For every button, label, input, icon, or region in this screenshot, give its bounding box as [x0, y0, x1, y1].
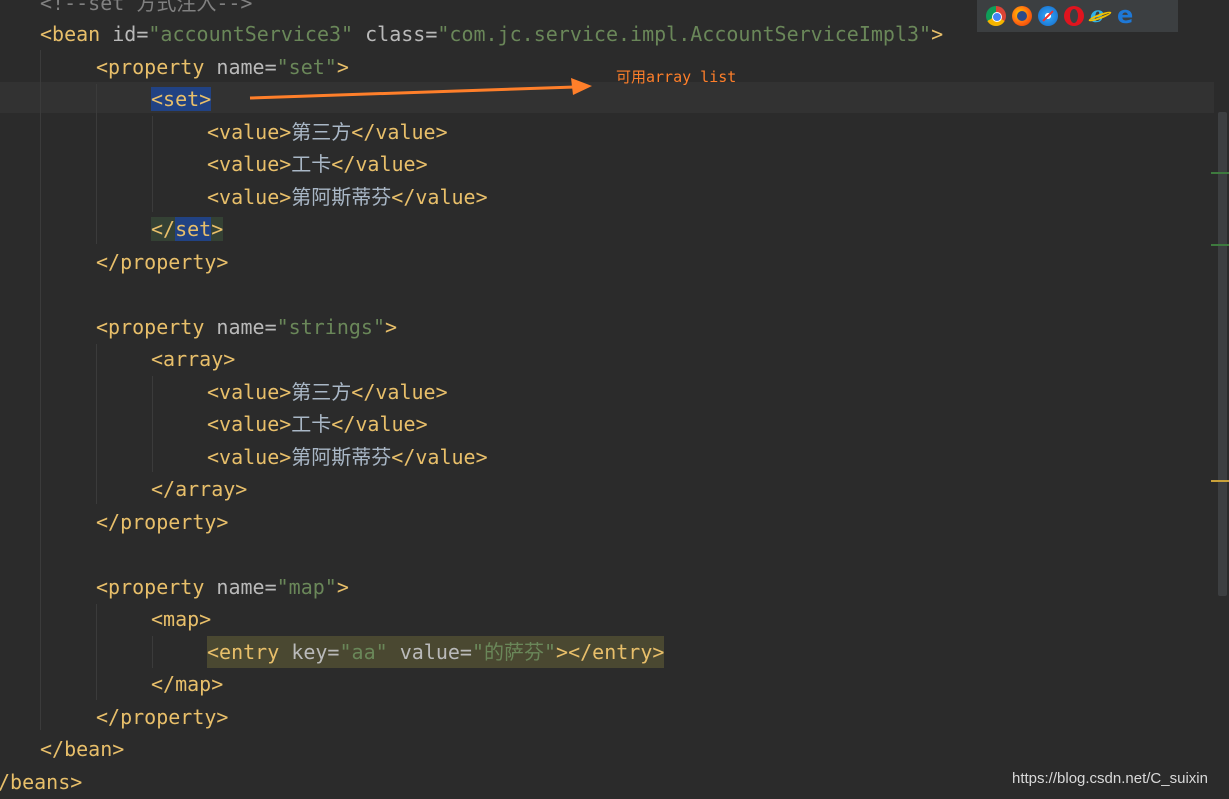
annotation-note: 可用array list: [616, 68, 737, 86]
arrow-head: [571, 78, 592, 95]
ie-icon[interactable]: e: [1087, 3, 1113, 27]
firefox-icon[interactable]: [1012, 6, 1032, 26]
chrome-icon[interactable]: [986, 6, 1006, 26]
edge-icon[interactable]: e: [1116, 2, 1136, 28]
watermark: https://blog.csdn.net/C_suixin: [1012, 770, 1208, 787]
opera-icon[interactable]: [1064, 6, 1084, 26]
safari-icon[interactable]: [1038, 6, 1058, 26]
annotation-arrow: [249, 78, 592, 100]
browser-preview-toolbar: e e: [977, 0, 1178, 32]
arrow-shaft: [249, 85, 576, 100]
